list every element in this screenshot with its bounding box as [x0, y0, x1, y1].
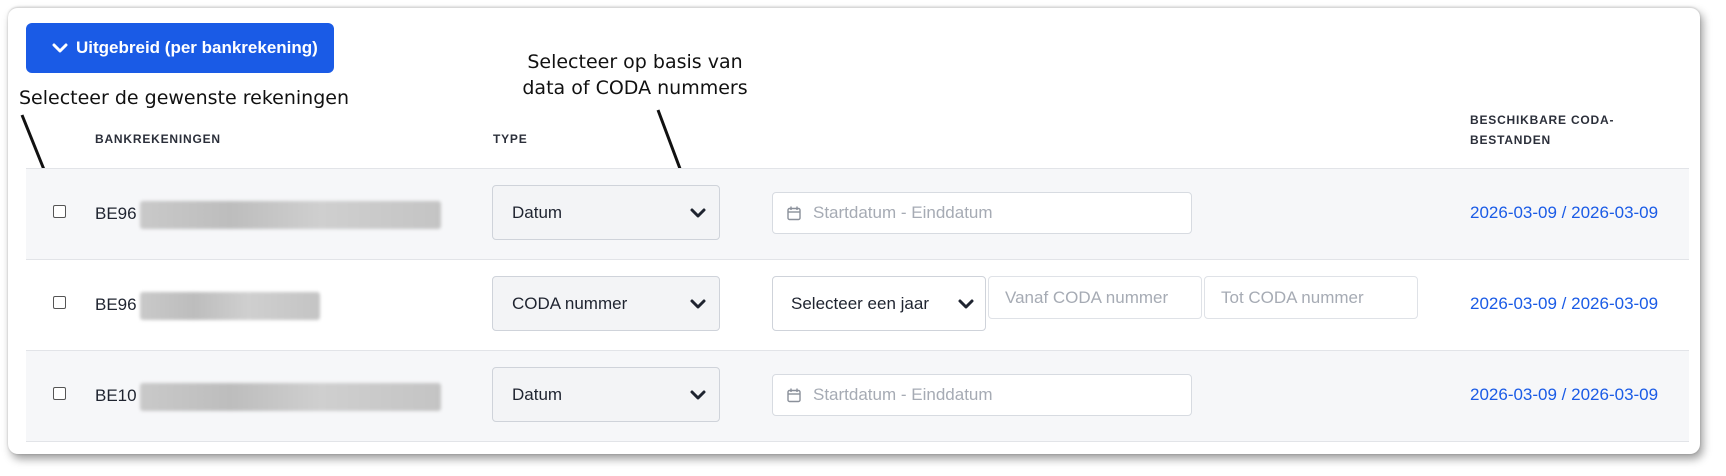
coda-to-placeholder: Tot CODA nummer: [1221, 287, 1364, 307]
date-range-placeholder: Startdatum - Einddatum: [813, 203, 993, 222]
type-select-value: Datum: [512, 384, 563, 404]
date-range-placeholder: Startdatum - Einddatum: [813, 385, 993, 404]
header-files-line: BESTANDEN: [1470, 133, 1551, 147]
chevron-down-icon: [957, 294, 975, 319]
redacted-account: [140, 383, 441, 411]
coda-from-input[interactable]: Vanaf CODA nummer: [988, 276, 1202, 319]
type-select-value: CODA nummer: [512, 293, 628, 313]
row-checkbox[interactable]: [53, 296, 66, 309]
header-files: BESCHIKBARE CODA- BESTANDEN: [1470, 110, 1640, 150]
annotation-line: Selecteer op basis van: [527, 51, 743, 73]
annotation-select-accounts: Selecteer de gewenste rekeningen: [19, 87, 349, 109]
calendar-icon: [787, 388, 801, 403]
chevron-down-icon: [689, 294, 707, 319]
account-number: BE10: [95, 386, 137, 405]
available-files-link[interactable]: 2026-03-09 / 2026-03-09: [1470, 294, 1658, 314]
redacted-account: [140, 201, 441, 229]
table-row: BE96 CODA nummer Selecteer een jaar Vana…: [26, 259, 1689, 350]
account-number: BE96: [95, 204, 137, 223]
table-row: BE10 Datum Startdatum - Einddatum 2026-0…: [26, 350, 1689, 442]
chevron-down-icon: [52, 42, 68, 54]
chevron-down-icon: [689, 385, 707, 410]
header-accounts: BANKREKENINGEN: [95, 132, 221, 146]
coda-to-input[interactable]: Tot CODA nummer: [1204, 276, 1418, 319]
row-checkbox[interactable]: [53, 205, 66, 218]
row-checkbox[interactable]: [53, 387, 66, 400]
year-select-value: Selecteer een jaar: [791, 293, 929, 313]
advanced-toggle-label: Uitgebreid (per bankrekening): [76, 38, 318, 57]
type-select-value: Datum: [512, 202, 563, 222]
advanced-toggle-button[interactable]: Uitgebreid (per bankrekening): [26, 23, 334, 73]
chevron-down-icon: [689, 203, 707, 228]
type-select[interactable]: Datum: [492, 367, 720, 422]
calendar-icon: [787, 206, 801, 221]
account-number: BE96: [95, 295, 137, 314]
type-select[interactable]: Datum: [492, 185, 720, 240]
date-range-input[interactable]: Startdatum - Einddatum: [772, 192, 1192, 234]
header-files-line: BESCHIKBARE CODA-: [1470, 113, 1615, 127]
available-files-link[interactable]: 2026-03-09 / 2026-03-09: [1470, 385, 1658, 405]
redacted-account: [140, 292, 320, 320]
table-row: BE96 Datum Startdatum - Einddatum 2026-0…: [26, 168, 1689, 259]
date-range-input[interactable]: Startdatum - Einddatum: [772, 374, 1192, 416]
annotation-line: data of CODA nummers: [522, 77, 748, 99]
year-select[interactable]: Selecteer een jaar: [772, 276, 986, 331]
annotation-select-type: Selecteer op basis van data of CODA numm…: [500, 49, 770, 101]
available-files-link[interactable]: 2026-03-09 / 2026-03-09: [1470, 203, 1658, 223]
type-select[interactable]: CODA nummer: [492, 276, 720, 331]
coda-from-placeholder: Vanaf CODA nummer: [1005, 287, 1169, 307]
header-type: TYPE: [493, 132, 528, 146]
